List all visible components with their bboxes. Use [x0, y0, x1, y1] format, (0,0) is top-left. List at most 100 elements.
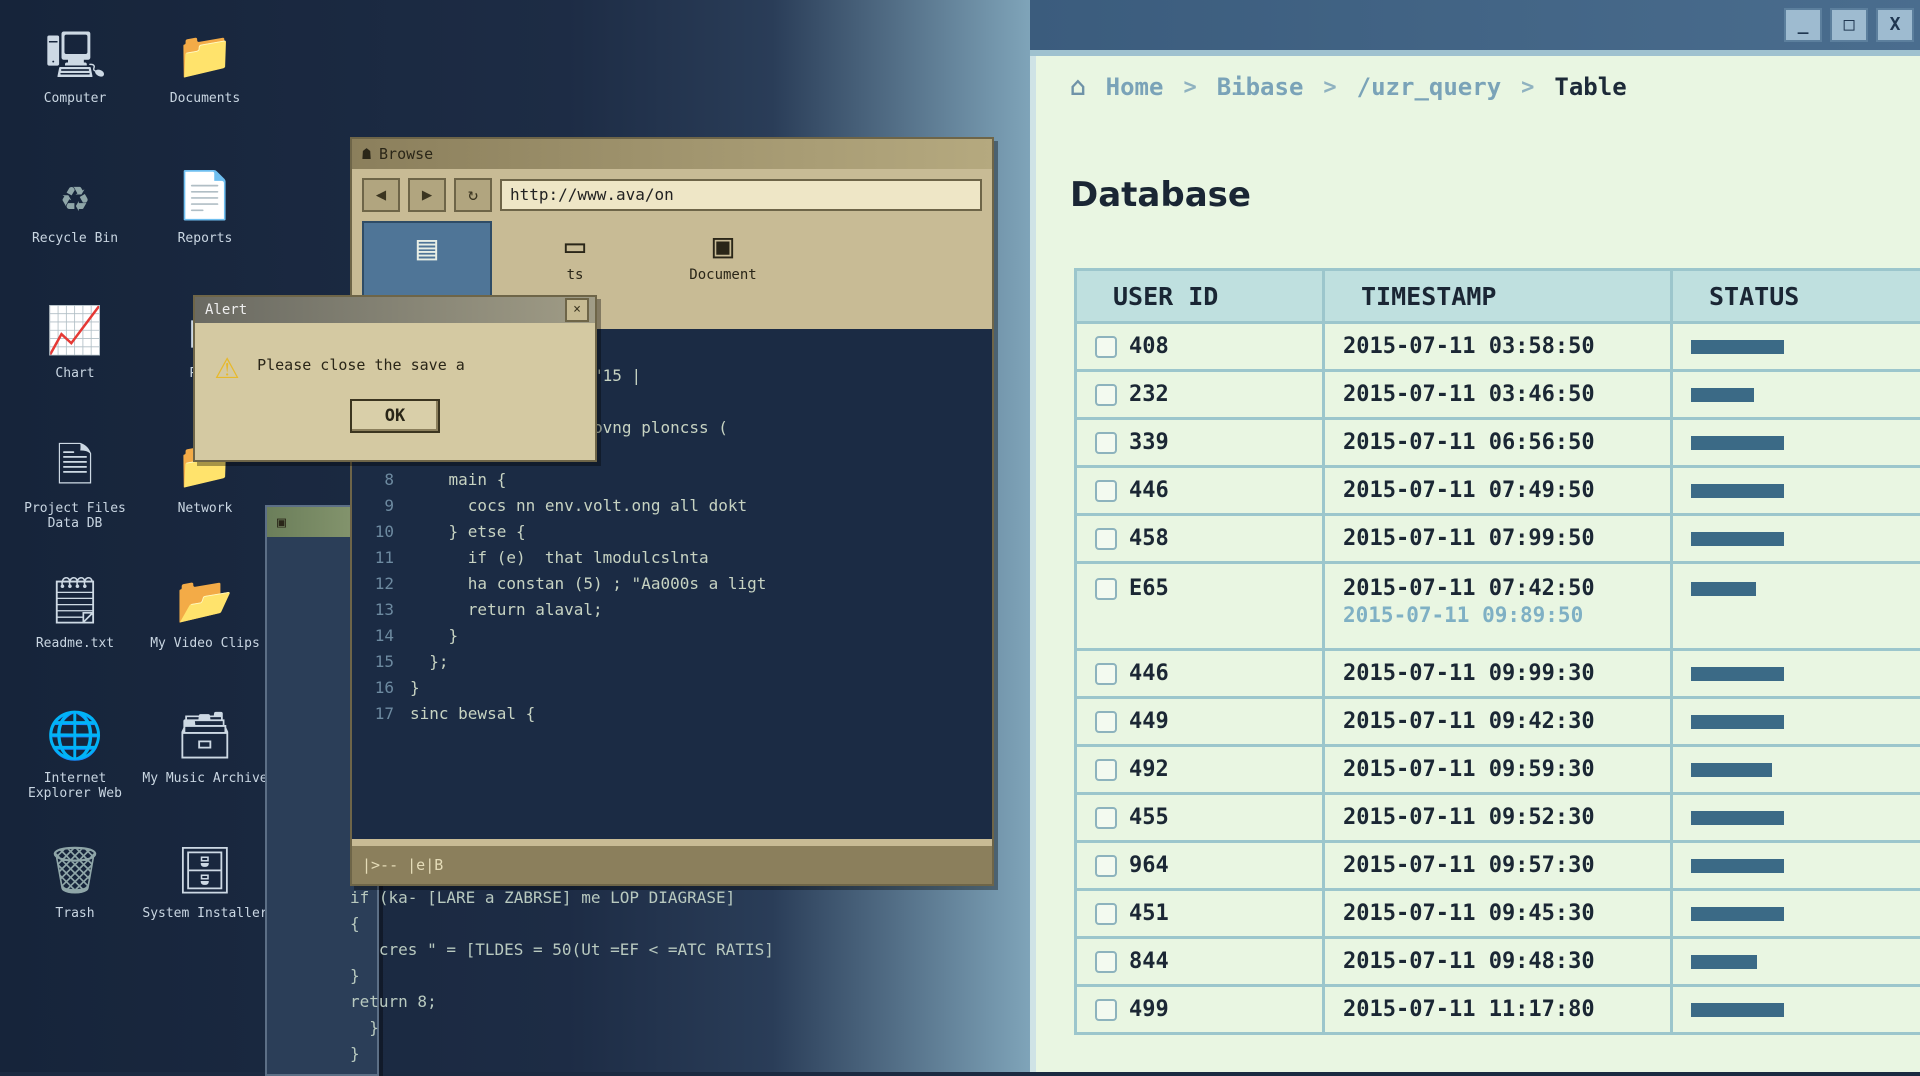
user-id-text: 449: [1129, 709, 1169, 734]
desktop-icon[interactable]: 🗎Project Files Data DB: [10, 435, 140, 531]
lower-code-editor[interactable]: if (ka- [LARE a ZABRSE] me LOP DIAGRASE]…: [350, 885, 950, 1072]
cell-user-id: 232: [1076, 371, 1324, 419]
timestamp-text: 2015-07-11 09:59:30: [1343, 757, 1595, 782]
forward-button[interactable]: ▶: [408, 178, 446, 212]
refresh-icon: ↻: [468, 185, 478, 205]
desktop-icon[interactable]: 📈Chart: [10, 300, 140, 381]
globe-icon: 🌐: [45, 705, 105, 765]
table-row[interactable]: 2322015-07-11 03:46:50: [1076, 371, 1920, 419]
column-header-status[interactable]: STATUS: [1672, 270, 1920, 323]
table-row[interactable]: 4922015-07-11 09:59:30: [1076, 746, 1920, 794]
line-number: 11: [352, 545, 394, 571]
browser-window[interactable]: ☗ Browse ◀ ▶ ↻ http://www.ava/on ▤ ▭ ts …: [350, 137, 994, 886]
url-bar[interactable]: http://www.ava/on: [500, 179, 982, 211]
table-row[interactable]: 8442015-07-11 09:48:30: [1076, 938, 1920, 986]
desktop-icon[interactable]: 📂My Video Clips: [140, 570, 270, 651]
table-row[interactable]: 4462015-07-11 09:99:30: [1076, 650, 1920, 698]
browser-app-icon: ☗: [362, 139, 371, 169]
row-checkbox[interactable]: [1095, 807, 1117, 829]
browser-title: Browse: [379, 139, 433, 169]
desktop-icon[interactable]: ♻Recycle Bin: [10, 165, 140, 246]
desktop-icon[interactable]: 🗄System Installer: [140, 840, 270, 921]
row-checkbox[interactable]: [1095, 432, 1117, 454]
computer-icon: 🖳: [45, 25, 105, 85]
cell-status: [1672, 419, 1920, 467]
table-row[interactable]: 4492015-07-11 09:42:30: [1076, 698, 1920, 746]
home-icon[interactable]: ⌂: [1070, 72, 1086, 102]
code-line: 8 main {: [352, 467, 992, 493]
column-header-timestamp[interactable]: TIMESTAMP: [1324, 270, 1672, 323]
line-number: 14: [352, 623, 394, 649]
cell-timestamp: 2015-07-11 09:59:30: [1324, 746, 1672, 794]
alert-dialog[interactable]: Alert × ⚠ Please close the save a OK: [193, 295, 597, 462]
table-row[interactable]: 4992015-07-11 11:17:80: [1076, 986, 1920, 1034]
database-window-titlebar[interactable]: _ □ X: [1030, 0, 1920, 56]
row-checkbox[interactable]: [1095, 663, 1117, 685]
table-row[interactable]: 4082015-07-11 03:58:50: [1076, 323, 1920, 371]
desktop-icon[interactable]: 📁Documents: [140, 25, 270, 106]
table-header-row: USER ID TIMESTAMP STATUS: [1076, 270, 1920, 323]
dialog-close-button[interactable]: ×: [565, 298, 589, 322]
maximize-button[interactable]: □: [1830, 8, 1868, 42]
desktop-icon[interactable]: 🗑Trash: [10, 840, 140, 921]
line-number: 8: [352, 467, 394, 493]
desktop-icon[interactable]: 🖳Computer: [10, 25, 140, 106]
row-checkbox[interactable]: [1095, 903, 1117, 925]
browser-titlebar[interactable]: ☗ Browse: [352, 139, 992, 169]
line-number: 16: [352, 675, 394, 701]
minimize-button[interactable]: _: [1784, 8, 1822, 42]
table-row[interactable]: 9642015-07-11 09:57:30: [1076, 842, 1920, 890]
user-id-text: 499: [1129, 997, 1169, 1022]
forward-arrow-icon: ▶: [422, 185, 432, 205]
desktop-icon[interactable]: 📄Reports: [140, 165, 270, 246]
tab-folder[interactable]: ▭ ts: [510, 221, 640, 299]
code-line: 9 cocs nn env.volt.ong all dokt: [352, 493, 992, 519]
status-bar: [1691, 484, 1784, 498]
user-id-text: 844: [1129, 949, 1169, 974]
row-checkbox[interactable]: [1095, 384, 1117, 406]
row-checkbox[interactable]: [1095, 528, 1117, 550]
timestamp-text: 2015-07-11 09:57:30: [1343, 853, 1595, 878]
status-bar: [1691, 388, 1754, 402]
table-row[interactable]: 3392015-07-11 06:56:50: [1076, 419, 1920, 467]
table-row[interactable]: 4582015-07-11 07:99:50: [1076, 515, 1920, 563]
back-button[interactable]: ◀: [362, 178, 400, 212]
table-row[interactable]: 4462015-07-11 07:49:50: [1076, 467, 1920, 515]
code-line: 13 return alaval;: [352, 597, 992, 623]
row-checkbox[interactable]: [1095, 711, 1117, 733]
ok-button[interactable]: OK: [350, 399, 440, 433]
user-id-text: 339: [1129, 430, 1169, 455]
cell-user-id: 449: [1076, 698, 1324, 746]
cell-status: [1672, 938, 1920, 986]
close-button[interactable]: X: [1876, 8, 1914, 42]
cell-status: [1672, 890, 1920, 938]
row-checkbox[interactable]: [1095, 480, 1117, 502]
breadcrumb-item-query[interactable]: /uzr_query: [1357, 73, 1502, 101]
desktop-icon[interactable]: 🗃My Music Archive: [140, 705, 270, 786]
code-line: 12 ha constan (5) ; "Aa000s a ligt: [352, 571, 992, 597]
row-checkbox[interactable]: [1095, 855, 1117, 877]
table-row[interactable]: 4552015-07-11 09:52:30: [1076, 794, 1920, 842]
desktop-icon[interactable]: 🌐Internet Explorer Web: [10, 705, 140, 801]
line-number: 10: [352, 519, 394, 545]
cell-status: [1672, 842, 1920, 890]
code-text: ha constan (5) ; "Aa000s a ligt: [410, 574, 766, 593]
dialog-titlebar[interactable]: Alert ×: [195, 297, 595, 323]
tab-documents-view[interactable]: ▤: [362, 221, 492, 299]
code-text: }: [410, 626, 458, 645]
row-checkbox[interactable]: [1095, 578, 1117, 600]
row-checkbox[interactable]: [1095, 999, 1117, 1021]
column-header-user-id[interactable]: USER ID: [1076, 270, 1324, 323]
tab-document[interactable]: ▣ Document: [658, 221, 788, 299]
user-id-text: 458: [1129, 526, 1169, 551]
dialog-message: Please close the save a: [257, 356, 465, 374]
row-checkbox[interactable]: [1095, 759, 1117, 781]
refresh-button[interactable]: ↻: [454, 178, 492, 212]
desktop-icon[interactable]: 🗒Readme.txt: [10, 570, 140, 651]
row-checkbox[interactable]: [1095, 336, 1117, 358]
table-row[interactable]: 4512015-07-11 09:45:30: [1076, 890, 1920, 938]
row-checkbox[interactable]: [1095, 951, 1117, 973]
breadcrumb-home[interactable]: Home: [1106, 73, 1164, 101]
breadcrumb-item-bibase[interactable]: Bibase: [1217, 73, 1304, 101]
table-row[interactable]: E652015-07-11 07:42:502015-07-11 09:89:5…: [1076, 563, 1920, 650]
